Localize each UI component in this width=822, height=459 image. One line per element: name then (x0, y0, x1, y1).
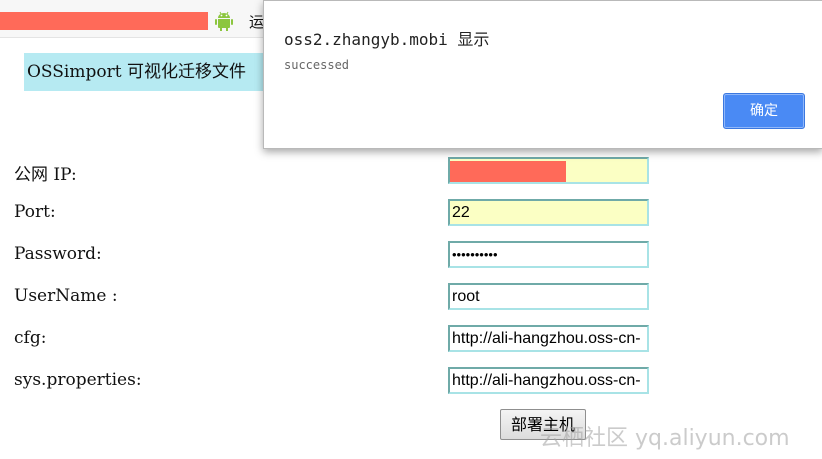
alert-dialog: oss2.zhangyb.mobi 显示 successed 确定 (263, 0, 822, 149)
page-title: OSSimport 可视化迁移文件 (24, 53, 274, 91)
dialog-title: oss2.zhangyb.mobi 显示 (284, 30, 490, 49)
sys-properties-field[interactable]: http://ali-hangzhou.oss-cn- (448, 367, 649, 394)
label-password: Password: (14, 244, 102, 264)
username-field[interactable]: root (448, 283, 649, 310)
topbar-text: 运 (249, 13, 265, 31)
port-field[interactable]: 22 (448, 199, 649, 226)
redaction-bar (0, 12, 208, 30)
label-port: Port: (14, 202, 56, 222)
password-field[interactable]: •••••••••• (448, 241, 649, 268)
redaction-bar (450, 161, 566, 182)
label-public-ip: 公网 IP: (14, 165, 77, 185)
dialog-message: successed (284, 58, 350, 72)
watermark: 云栖社区 yq.aliyun.com (540, 426, 790, 451)
public-ip-field[interactable] (448, 157, 649, 184)
label-cfg: cfg: (14, 328, 47, 348)
android-icon (215, 11, 233, 31)
cfg-field[interactable]: http://ali-hangzhou.oss-cn- (448, 325, 649, 352)
ok-button[interactable]: 确定 (723, 93, 805, 129)
label-username: UserName : (14, 286, 118, 306)
label-sys-properties: sys.properties: (14, 370, 142, 390)
